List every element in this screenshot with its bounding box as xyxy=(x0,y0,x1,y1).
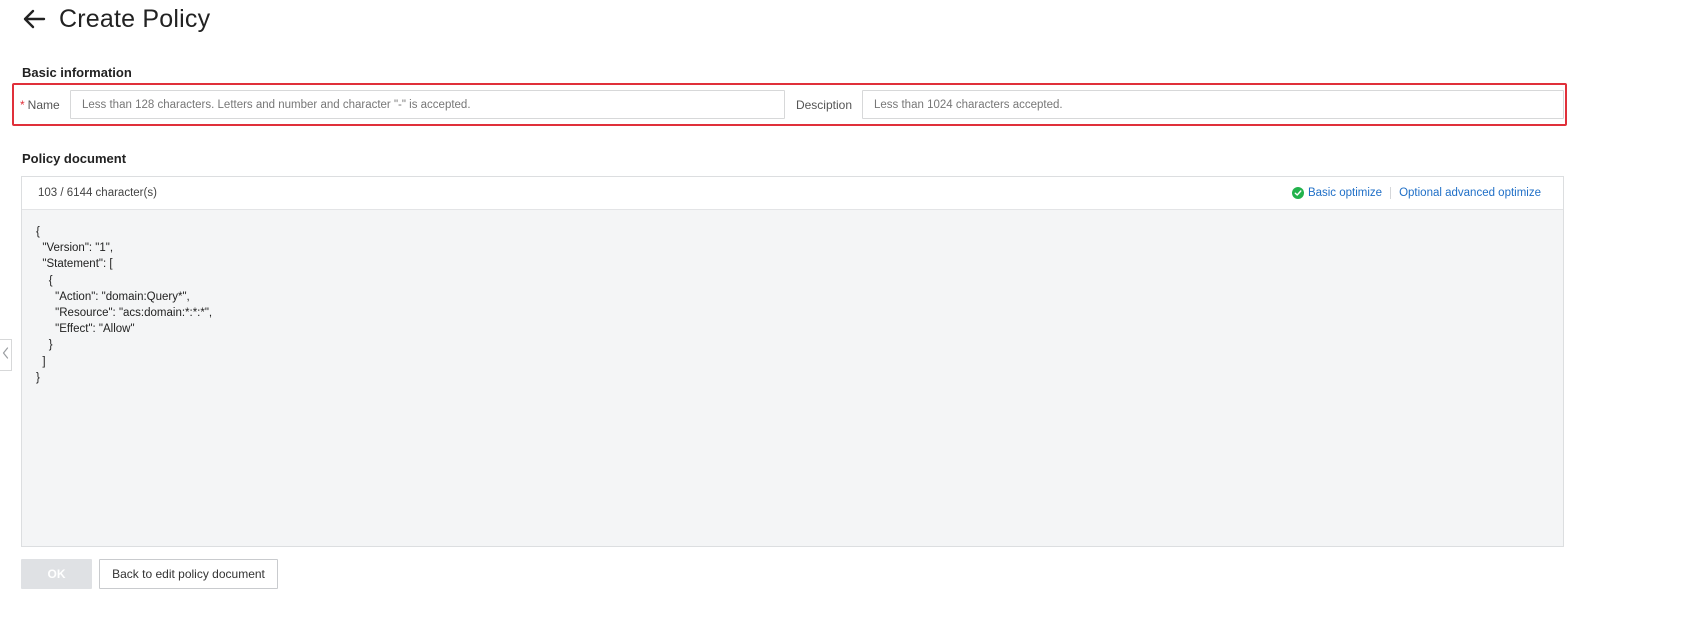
arrow-left-icon[interactable] xyxy=(21,6,47,32)
policy-code-editor[interactable]: { "Version": "1", "Statement": [ { "Acti… xyxy=(22,210,1563,386)
ok-button[interactable]: OK xyxy=(21,559,92,589)
name-input[interactable] xyxy=(70,90,785,119)
check-circle-icon xyxy=(1291,187,1304,199)
basic-optimize-link[interactable]: Basic optimize xyxy=(1291,187,1383,199)
character-count: 103 / 6144 character(s) xyxy=(38,187,157,199)
back-to-edit-button[interactable]: Back to edit policy document xyxy=(99,559,278,589)
basic-information-title: Basic information xyxy=(22,65,132,80)
policy-document-title: Policy document xyxy=(22,151,127,166)
required-mark: * xyxy=(20,97,25,112)
policy-editor: 103 / 6144 character(s) Basic optimize O… xyxy=(21,176,1564,547)
sidebar-toggle[interactable] xyxy=(0,339,12,371)
description-input[interactable] xyxy=(862,90,1564,119)
page-title: Create Policy xyxy=(59,4,211,33)
name-label: * Name xyxy=(14,98,70,112)
page-header: Create Policy xyxy=(21,2,210,36)
description-label: Desciption xyxy=(795,97,852,112)
chevron-left-icon xyxy=(2,346,9,364)
optimize-options: Basic optimize Optional advanced optimiz… xyxy=(1291,187,1541,199)
name-label-text: Name xyxy=(27,97,60,112)
optimize-divider xyxy=(1390,187,1392,199)
editor-toolbar: 103 / 6144 character(s) Basic optimize O… xyxy=(22,177,1563,210)
advanced-optimize-link[interactable]: Optional advanced optimize xyxy=(1399,187,1541,199)
basic-information-fields: *Name Desciption xyxy=(14,85,1565,124)
basic-optimize-label: Basic optimize xyxy=(1307,187,1383,199)
